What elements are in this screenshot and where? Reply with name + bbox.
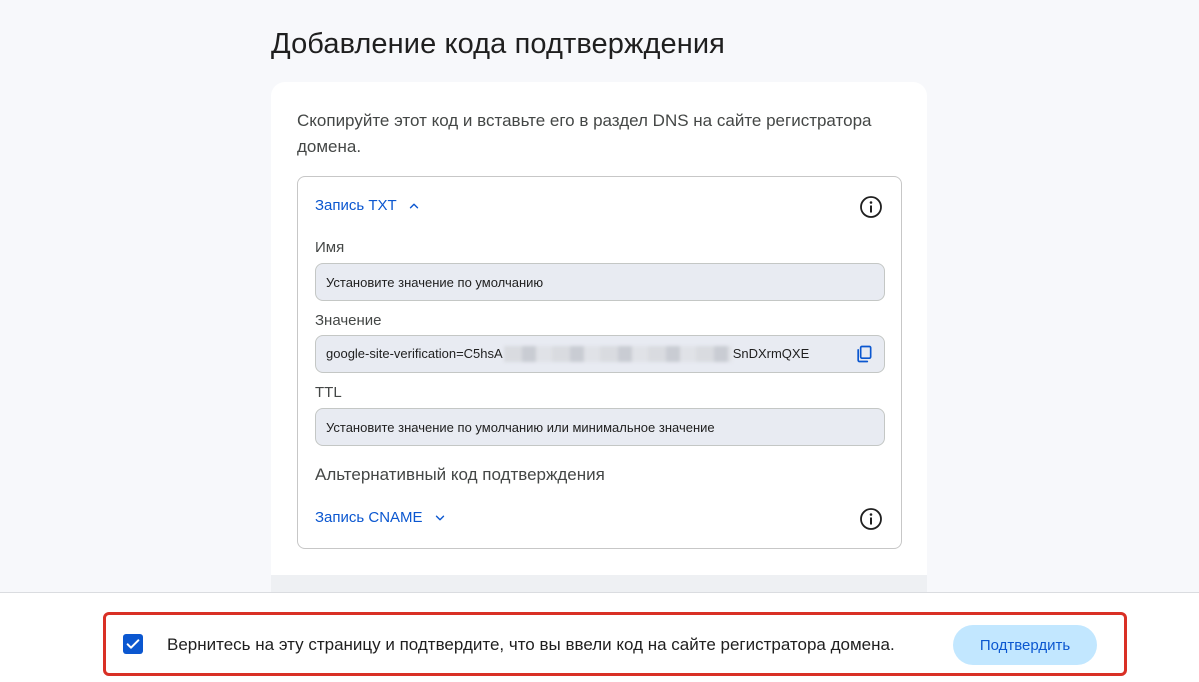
ttl-label: TTL — [315, 384, 342, 401]
txt-record-toggle[interactable]: Запись TXT — [315, 197, 421, 214]
redacted-code — [503, 346, 732, 363]
confirm-text: Вернитесь на эту страницу и подтвердите,… — [167, 635, 895, 654]
confirm-checkbox[interactable] — [123, 634, 143, 654]
verification-code-suffix: SnDXrmQXE — [732, 345, 810, 361]
cname-record-label: Запись CNAME — [315, 509, 423, 526]
confirm-button[interactable]: Подтвердить — [953, 625, 1097, 665]
name-value: Установите значение по умолчанию — [326, 274, 544, 290]
name-field[interactable]: Установите значение по умолчанию — [315, 263, 885, 301]
alternative-code-title: Альтернативный код подтверждения — [315, 465, 605, 484]
value-label: Значение — [315, 312, 382, 329]
verification-code: google-site-verification=C5hsA SnDXrmQXE — [326, 346, 809, 363]
txt-record-label: Запись TXT — [315, 197, 397, 214]
instructions-text: Скопируйте этот код и вставьте его в раз… — [297, 111, 872, 156]
cname-info-icon[interactable] — [859, 507, 883, 531]
chevron-up-icon — [409, 203, 418, 208]
check-icon — [126, 639, 140, 649]
ttl-field[interactable]: Установите значение по умолчанию или мин… — [315, 408, 885, 446]
page: Добавление кода подтверждения Скопируйте… — [0, 0, 1199, 682]
dns-record-box: Запись TXT Имя Установите значение по ум… — [297, 176, 902, 549]
page-title: Добавление кода подтверждения — [271, 28, 725, 60]
ttl-value: Установите значение по умолчанию или мин… — [326, 419, 715, 435]
cname-record-toggle[interactable]: Запись CNAME — [315, 509, 447, 526]
verification-code-prefix: google-site-verification=C5hsA — [326, 345, 503, 361]
chevron-down-icon — [435, 515, 444, 520]
name-label: Имя — [315, 239, 345, 256]
txt-info-icon[interactable] — [859, 195, 883, 219]
value-field[interactable]: google-site-verification=C5hsA SnDXrmQXE — [315, 335, 885, 373]
copy-icon[interactable] — [854, 344, 874, 364]
